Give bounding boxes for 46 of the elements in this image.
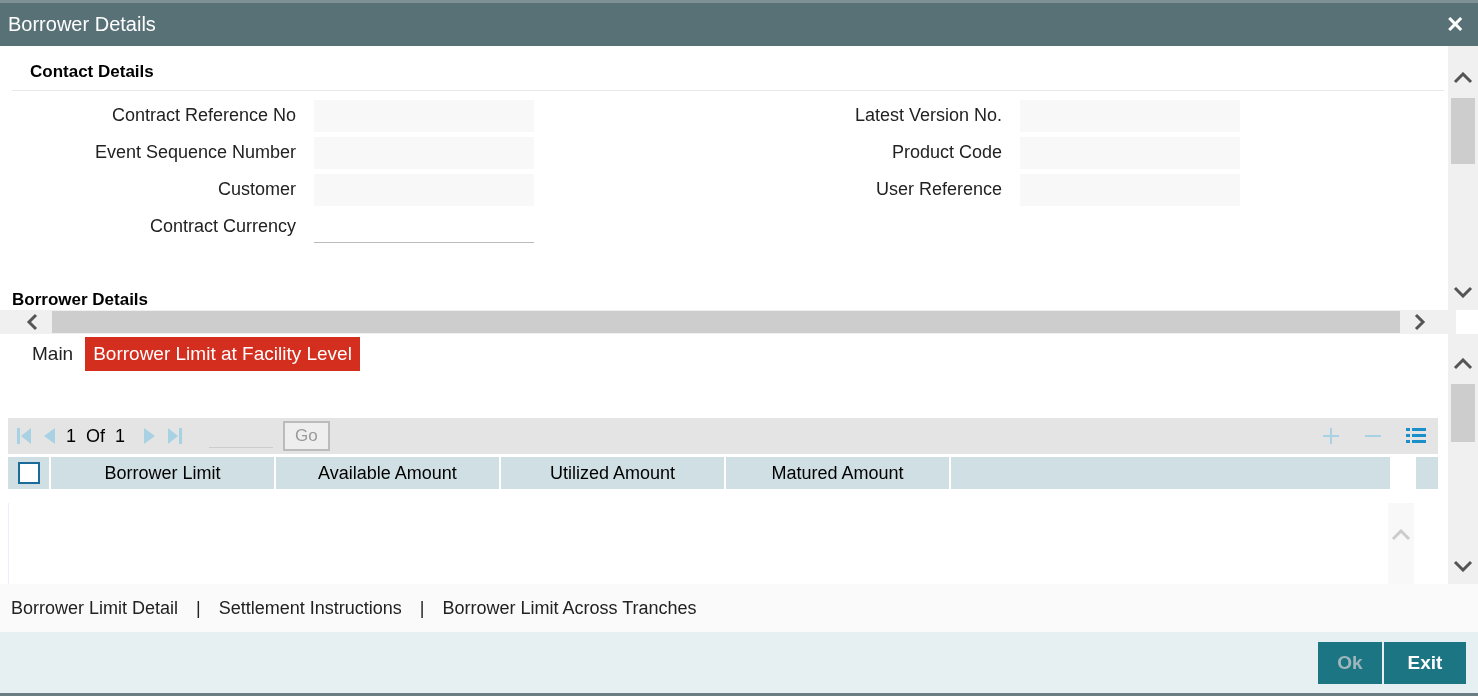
- field-label: Product Code: [890, 142, 1002, 163]
- page-of-label: Of: [86, 425, 106, 447]
- field-label: Contract Reference No: [110, 105, 296, 126]
- field-label: User Reference: [874, 179, 1002, 200]
- column-header: Available Amount: [276, 457, 499, 489]
- chevron-down-icon[interactable]: [1453, 286, 1473, 298]
- chevron-up-icon[interactable]: [1453, 72, 1473, 84]
- dialog-button[interactable]: Exit: [1384, 641, 1466, 684]
- column-header: Matured Amount: [726, 457, 949, 489]
- scrollbar-thumb[interactable]: [1451, 98, 1475, 164]
- first-page-icon[interactable]: [16, 427, 32, 445]
- select-all-checkbox[interactable]: [17, 462, 40, 484]
- vertical-scrollbar[interactable]: [1448, 46, 1478, 310]
- list-view-icon[interactable]: [1406, 427, 1426, 445]
- section-title: Borrower Details: [12, 290, 149, 310]
- footer-link[interactable]: Borrower Limit Detail: [11, 597, 179, 619]
- field-label: Contract Currency: [148, 216, 296, 237]
- scrollbar-thumb[interactable]: [1451, 384, 1475, 442]
- link-separator: |: [196, 597, 201, 619]
- inner-scrollbar[interactable]: [1388, 503, 1414, 584]
- link-separator: |: [419, 597, 425, 619]
- window-title: Borrower Details: [8, 13, 157, 36]
- footer-link[interactable]: Settlement Instructions: [218, 597, 402, 619]
- last-page-icon[interactable]: [167, 427, 184, 445]
- add-icon[interactable]: [1322, 427, 1340, 445]
- field-label: Latest Version No.: [853, 105, 1002, 126]
- page-number: 1: [66, 425, 76, 447]
- horizontal-scrollbar[interactable]: [0, 310, 1456, 334]
- column-header: Borrower Limit: [51, 457, 274, 489]
- section-title: Contact Details: [12, 46, 1444, 91]
- column-header: Utilized Amount: [501, 457, 724, 489]
- scrollbar-thumb[interactable]: [52, 311, 1400, 333]
- previous-page-icon[interactable]: [42, 427, 56, 445]
- chevron-right-icon[interactable]: [1414, 313, 1426, 331]
- field-label: Customer: [216, 179, 296, 200]
- tab[interactable]: Main: [24, 337, 82, 371]
- chevron-down-icon[interactable]: [1453, 560, 1473, 572]
- close-button[interactable]: ✕: [1440, 11, 1470, 38]
- footer-link[interactable]: Borrower Limit Across Tranches: [442, 597, 697, 619]
- tab[interactable]: Borrower Limit at Facility Level: [85, 337, 360, 371]
- chevron-left-icon[interactable]: [26, 313, 38, 331]
- vertical-scrollbar[interactable]: [1448, 334, 1478, 584]
- column-header-background: [1416, 457, 1438, 489]
- chevron-up-icon[interactable]: [1453, 358, 1473, 370]
- field-label: Event Sequence Number: [93, 142, 296, 163]
- page-total: 1: [115, 425, 126, 447]
